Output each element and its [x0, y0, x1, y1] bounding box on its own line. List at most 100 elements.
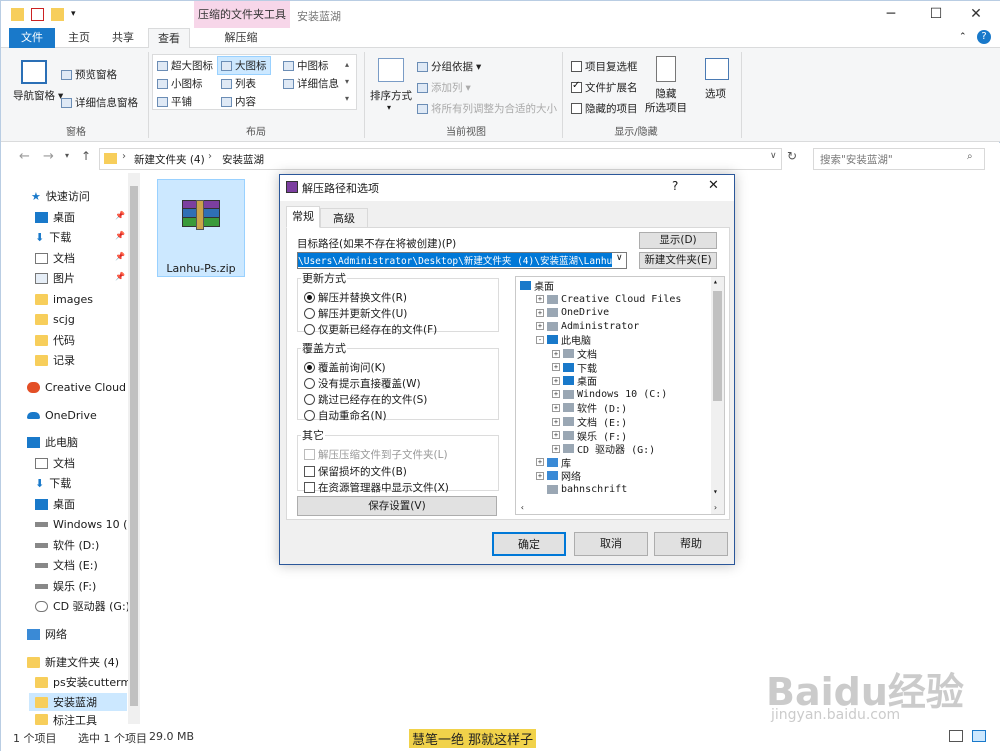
radio-ask-before[interactable]: 覆盖前询问(K) — [304, 360, 386, 375]
nav-pane-button[interactable]: 导航窗格 ▾ — [13, 88, 63, 103]
nav-network[interactable]: 网络 — [27, 625, 67, 643]
help-icon[interactable]: ? — [977, 30, 991, 44]
tree-node[interactable]: + 软件 (D:) — [552, 401, 627, 415]
help-icon[interactable]: ? — [672, 179, 678, 193]
radio-overwrite-silent[interactable]: 没有提示直接覆盖(W) — [304, 376, 421, 391]
nav-item[interactable]: scjg — [35, 310, 75, 328]
chevron-down-icon[interactable]: ∨ — [770, 151, 777, 161]
close-icon[interactable]: ✕ — [708, 178, 719, 193]
tab-extract[interactable]: 解压缩 — [214, 28, 268, 48]
gallery-scroll-icon[interactable]: ▴ ▾ ▾ — [345, 56, 349, 107]
details-pane-button[interactable]: 详细信息窗格 — [61, 95, 138, 110]
radio-update-existing[interactable]: 仅更新已经存在的文件(F) — [304, 322, 437, 337]
scroll-left-icon[interactable]: ‹ — [520, 503, 525, 512]
expand-icon[interactable]: + — [552, 417, 560, 426]
expand-icon[interactable]: + — [552, 349, 560, 358]
hidden-items-toggle[interactable]: 隐藏的项目 — [571, 101, 638, 116]
file-extension-toggle[interactable]: 文件扩展名 — [571, 80, 638, 95]
save-settings-button[interactable]: 保存设置(V) — [297, 496, 497, 516]
tree-node[interactable]: 桌面 — [520, 279, 554, 293]
tab-file[interactable]: 文件 — [9, 28, 55, 48]
expand-icon[interactable]: + — [552, 444, 560, 453]
nav-item[interactable]: 软件 (D:) — [35, 536, 99, 554]
chevron-down-icon[interactable]: ∨ — [616, 253, 623, 263]
nav-quick-access[interactable]: ★ 快速访问 — [31, 187, 90, 205]
search-input[interactable]: 搜索"安装蓝湖" — [813, 148, 985, 170]
tree-node[interactable]: + Administrator — [536, 320, 639, 333]
layout-extra-large[interactable]: 超大图标 — [157, 58, 213, 73]
tree-node[interactable]: + 库 — [536, 456, 571, 470]
tab-view[interactable]: 查看 — [148, 28, 190, 49]
back-icon[interactable]: ← — [19, 149, 30, 164]
scroll-right-icon[interactable]: › — [713, 503, 718, 512]
breadcrumb-item[interactable]: 安装蓝湖 — [222, 152, 264, 167]
search-icon[interactable]: ⌕ — [967, 151, 973, 162]
new-folder-icon[interactable] — [51, 8, 64, 21]
layout-small[interactable]: 小图标 — [157, 76, 203, 91]
recent-locations-icon[interactable]: ▾ — [65, 151, 69, 160]
radio-extract-update[interactable]: 解压并更新文件(U) — [304, 306, 407, 321]
layout-medium[interactable]: 中图标 — [283, 58, 329, 73]
customize-qat-icon[interactable]: ▾ — [71, 8, 84, 21]
nav-item[interactable]: 标注工具 — [35, 713, 97, 726]
tree-node[interactable]: - 此电脑 — [536, 333, 591, 347]
tab-advanced[interactable]: 高级 — [320, 208, 368, 228]
tree-node[interactable]: + Creative Cloud Files — [536, 293, 681, 306]
tree-node[interactable]: + 娱乐 (F:) — [552, 429, 627, 443]
nav-item[interactable]: CD 驱动器 (G:) — [35, 597, 130, 615]
radio-extract-replace[interactable]: 解压并替换文件(R) — [304, 290, 407, 305]
cancel-button[interactable]: 取消 — [574, 532, 648, 556]
file-item[interactable]: Lanhu-Ps.zip — [157, 179, 245, 277]
expand-icon[interactable]: + — [552, 390, 560, 399]
collapse-icon[interactable]: - — [536, 335, 544, 344]
tree-node[interactable]: + 下载 — [552, 361, 597, 375]
nav-item[interactable]: ps安装cutterma — [35, 673, 138, 691]
tab-share[interactable]: 共享 — [103, 28, 143, 48]
tree-node[interactable]: bahnschrift — [536, 483, 627, 496]
tree-node[interactable]: + 桌面 — [552, 374, 597, 388]
expand-icon[interactable]: + — [536, 308, 544, 317]
options-button[interactable]: 选项 — [705, 86, 726, 101]
nav-item[interactable]: Windows 10 (C — [35, 515, 135, 533]
nav-this-pc[interactable]: 此电脑 — [27, 433, 78, 451]
nav-item[interactable]: 新建文件夹 (4) — [27, 653, 119, 671]
hide-selected-button[interactable]: 隐藏 所选项目 — [645, 87, 687, 115]
expand-icon[interactable]: + — [536, 295, 544, 304]
up-icon[interactable]: ↑ — [81, 149, 91, 163]
help-button[interactable]: 帮助 — [654, 532, 728, 556]
minimize-icon[interactable]: ─ — [881, 5, 901, 23]
scroll-up-icon[interactable]: ▴ — [713, 277, 718, 286]
layout-details[interactable]: 详细信息 — [283, 76, 339, 91]
tree-scroll-thumb[interactable] — [713, 291, 722, 401]
checkbox-keep-broken[interactable]: 保留损坏的文件(B) — [304, 464, 407, 479]
expand-icon[interactable]: + — [536, 322, 544, 331]
expand-icon[interactable]: + — [552, 363, 560, 372]
tree-node[interactable]: + 文档 (E:) — [552, 415, 627, 429]
layout-large[interactable]: 大图标 — [217, 56, 271, 75]
nav-item[interactable]: 代码 — [35, 331, 75, 349]
nav-item[interactable]: 文档 (E:) — [35, 556, 98, 574]
fit-columns-button[interactable]: 将所有列调整为合适的大小 — [417, 101, 557, 116]
nav-item[interactable]: 桌面 — [35, 208, 75, 226]
nav-onedrive[interactable]: OneDrive — [27, 406, 97, 424]
expand-icon[interactable]: + — [552, 403, 560, 412]
nav-item-selected[interactable]: 安装蓝湖 — [29, 693, 127, 711]
expand-icon[interactable]: + — [536, 458, 544, 467]
nav-creative-cloud[interactable]: Creative Cloud F — [27, 378, 136, 396]
tree-node[interactable]: + Windows 10 (C:) — [552, 388, 667, 401]
details-view-icon[interactable] — [949, 730, 963, 742]
collapse-ribbon-icon[interactable]: ⌃ — [959, 32, 967, 42]
folder-tree[interactable]: ▴ ▾ › ‹ 桌面 + Creative Cloud Files + OneDrive… — [515, 276, 725, 515]
new-folder-button[interactable]: 新建文件夹(E) — [639, 252, 717, 269]
nav-item[interactable]: ⬇ 下载 — [35, 474, 71, 492]
breadcrumb-item[interactable]: 新建文件夹 (4) — [134, 152, 205, 167]
properties-icon[interactable] — [31, 8, 44, 21]
group-by-button[interactable]: 分组依据 ▾ — [417, 59, 481, 74]
tree-node[interactable]: + 文档 — [552, 347, 597, 361]
radio-skip-existing[interactable]: 跳过已经存在的文件(S) — [304, 392, 427, 407]
expand-icon[interactable]: + — [536, 471, 544, 480]
layout-list[interactable]: 列表 — [221, 76, 256, 91]
tree-node[interactable]: + 网络 — [536, 469, 581, 483]
tree-node[interactable]: + CD 驱动器 (G:) — [552, 442, 655, 456]
nav-scroll-thumb[interactable] — [130, 186, 138, 706]
